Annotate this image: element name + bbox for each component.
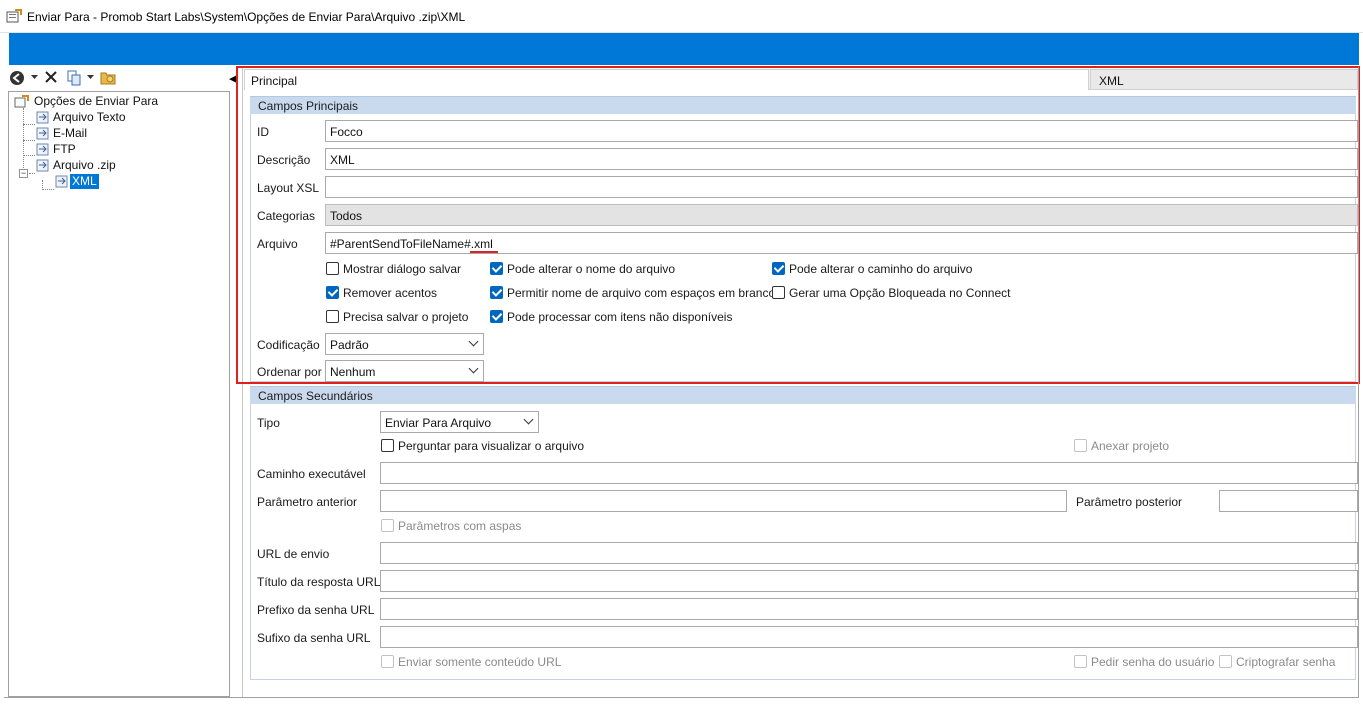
copy-icon[interactable] <box>66 70 82 86</box>
window-title: Enviar Para - Promob Start Labs\System\O… <box>27 10 466 24</box>
checkbox-box[interactable] <box>1219 655 1232 668</box>
layout-xsl-label: Layout XSL <box>257 181 320 195</box>
app-icon <box>6 9 22 23</box>
chevron-down-icon <box>468 336 479 347</box>
url-envio-label: URL de envio <box>257 547 330 561</box>
folder-icon[interactable] <box>100 70 116 85</box>
sufixo-senha-label: Sufixo da senha URL <box>257 631 371 645</box>
arquivo-label: Arquivo <box>257 237 298 251</box>
send-item-icon <box>36 111 49 124</box>
options-tree: − Opções de Enviar Para Arquivo Texto E-… <box>8 91 230 697</box>
prefixo-senha-label: Prefixo da senha URL <box>257 603 375 617</box>
ordenar-label: Ordenar por <box>257 365 322 379</box>
titulo-resposta-label: Título da resposta URL <box>257 575 381 589</box>
checkbox-box[interactable] <box>1074 655 1087 668</box>
send-item-icon <box>36 127 49 140</box>
caminho-executavel-label: Caminho executável <box>257 467 366 481</box>
checkbox-box[interactable] <box>490 310 503 323</box>
descricao-label: Descrição <box>257 153 311 167</box>
checkbox-box[interactable] <box>1074 439 1087 452</box>
section-header-secundarios: Campos Secundários <box>250 386 1356 404</box>
parametro-posterior-label: Parâmetro posterior <box>1076 495 1183 509</box>
tipo-label: Tipo <box>257 416 280 430</box>
tree-toolbar <box>4 67 229 89</box>
extension-underline-mark <box>470 251 498 253</box>
checkbox-box[interactable] <box>381 519 394 532</box>
tab-principal[interactable]: Principal <box>244 69 1089 90</box>
collapse-panel-icon[interactable]: ◀ <box>229 72 237 85</box>
checkbox-box[interactable] <box>326 262 339 275</box>
frame-border <box>1358 67 1359 698</box>
chevron-down-icon[interactable] <box>87 75 94 80</box>
prefixo-senha-field[interactable] <box>380 598 1358 620</box>
id-field[interactable]: Focco <box>325 120 1358 142</box>
send-item-icon <box>36 159 49 172</box>
send-item-icon <box>36 143 49 156</box>
layout-xsl-field[interactable] <box>325 176 1358 198</box>
chevron-down-icon <box>523 414 534 425</box>
checkbox-box[interactable] <box>326 286 339 299</box>
send-options-icon <box>14 95 29 108</box>
url-envio-field[interactable] <box>380 542 1358 564</box>
categorias-label: Categorias <box>257 209 316 223</box>
checkbox-box[interactable] <box>490 286 503 299</box>
parametro-anterior-field[interactable] <box>380 490 1067 512</box>
chevron-down-icon[interactable] <box>31 75 38 80</box>
caminho-executavel-field[interactable] <box>380 462 1358 484</box>
titulo-resposta-field[interactable] <box>380 570 1358 592</box>
back-icon[interactable] <box>9 70 25 86</box>
categorias-field[interactable]: Todos <box>325 204 1358 226</box>
codificacao-label: Codificação <box>257 338 320 352</box>
collapse-icon[interactable]: − <box>19 169 28 178</box>
parametro-posterior-field[interactable] <box>1219 490 1358 512</box>
id-label: ID <box>257 125 269 139</box>
checkbox-box[interactable] <box>326 310 339 323</box>
checkbox-box[interactable] <box>772 286 785 299</box>
frame-border <box>4 697 1359 698</box>
send-item-icon <box>55 175 68 188</box>
codificacao-select[interactable]: Padrão <box>325 333 484 355</box>
descricao-field[interactable]: XML <box>325 148 1358 170</box>
section-header-principais: Campos Principais <box>250 96 1356 114</box>
chevron-down-icon <box>468 363 479 374</box>
checkbox-box[interactable] <box>490 262 503 275</box>
ribbon-bar <box>9 33 1359 65</box>
delete-icon[interactable] <box>44 70 58 84</box>
checkbox-box[interactable] <box>381 439 394 452</box>
checkbox-box[interactable] <box>381 655 394 668</box>
ordenar-select[interactable]: Nenhum <box>325 360 484 382</box>
tipo-select[interactable]: Enviar Para Arquivo <box>380 411 539 433</box>
splitter[interactable] <box>242 67 243 697</box>
parametro-anterior-label: Parâmetro anterior <box>257 495 358 509</box>
sufixo-senha-field[interactable] <box>380 626 1358 648</box>
tab-xml[interactable]: XML <box>1090 69 1358 90</box>
checkbox-box[interactable] <box>772 262 785 275</box>
